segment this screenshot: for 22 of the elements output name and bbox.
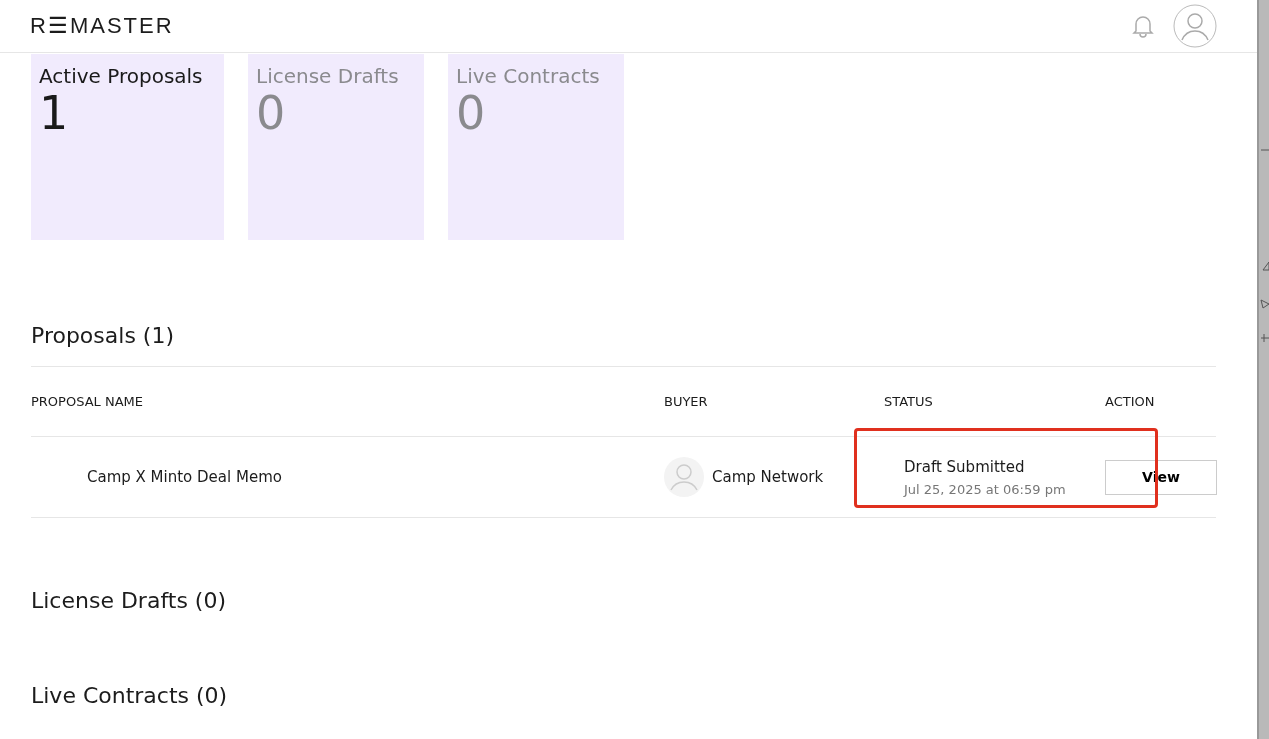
buyer-name: Camp Network (712, 468, 824, 486)
column-header: STATUS (884, 394, 934, 409)
stat-value: 1 (39, 88, 70, 139)
stat-label: Active Proposals (39, 64, 204, 88)
notification-bell-icon[interactable] (1131, 13, 1155, 39)
user-avatar-icon[interactable] (1173, 4, 1217, 48)
logo[interactable]: R☰MASTER (30, 13, 174, 39)
stat-value: 0 (256, 88, 287, 139)
column-header: PROPOSAL NAME (31, 394, 144, 409)
column-header: BUYER (664, 394, 709, 409)
stat-label: License Drafts (256, 64, 400, 88)
stat-label: Live Contracts (456, 64, 601, 88)
status-text: Draft Submitted (904, 457, 1026, 476)
proposal-name[interactable]: Camp X Minto Deal Memo (31, 468, 664, 486)
section-title: Proposals (1) (31, 253, 1216, 367)
column-header: ACTION (1105, 394, 1156, 409)
stat-value: 0 (456, 88, 487, 139)
buyer-avatar-icon (664, 457, 704, 497)
section-title: Live Contracts (0) (31, 682, 229, 708)
stat-card[interactable]: Active Proposals 1 (31, 54, 224, 240)
status-date: Jul 25, 2025 at 06:59 pm (904, 481, 1067, 497)
section-title: License Drafts (0) (31, 587, 227, 613)
